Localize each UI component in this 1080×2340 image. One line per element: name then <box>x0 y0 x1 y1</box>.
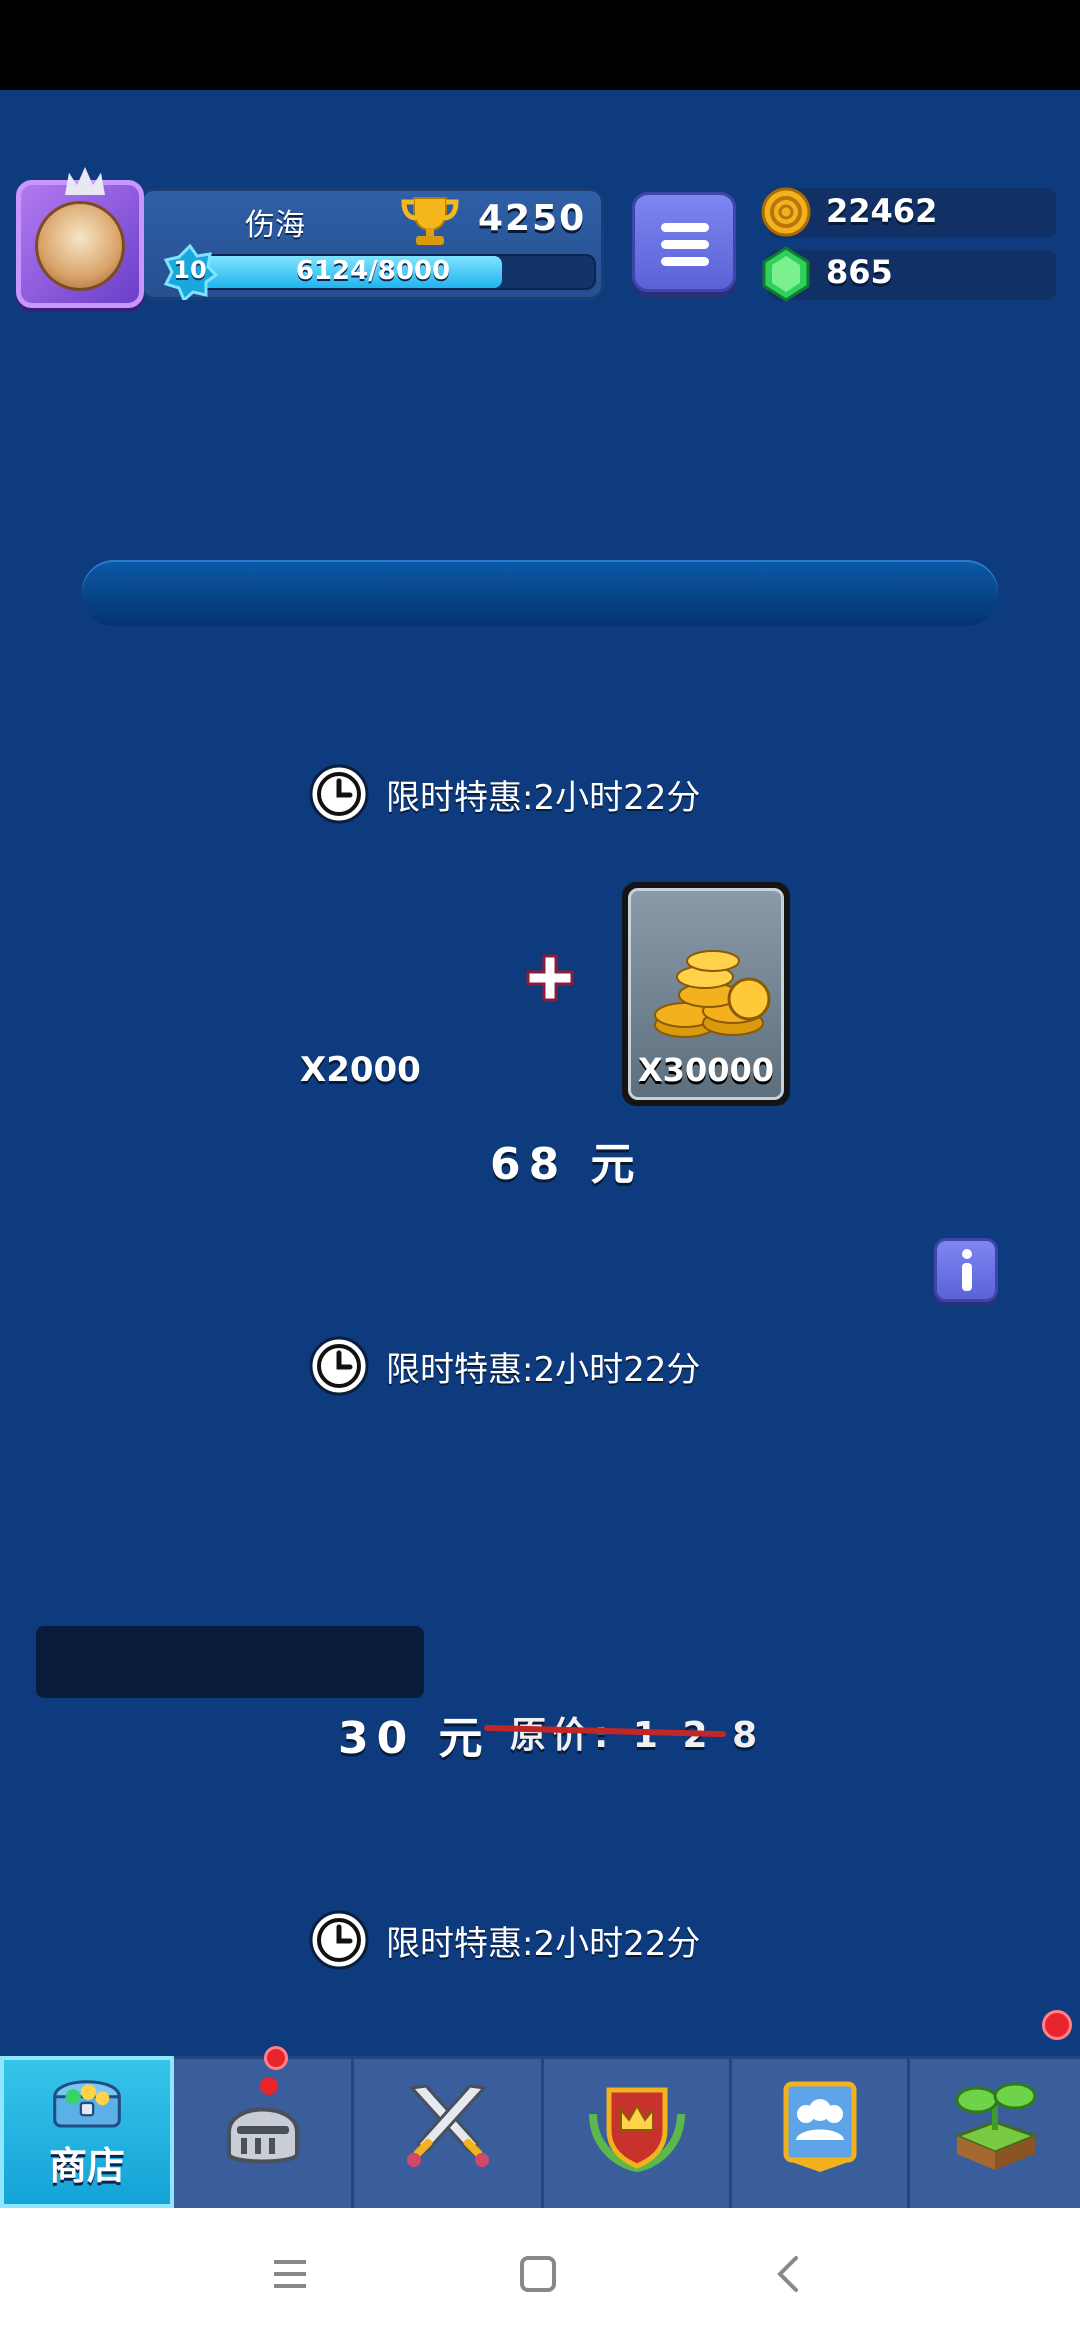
timer-text: 限时特惠:2小时22分 <box>386 1923 701 1964</box>
gem-icon <box>762 246 810 302</box>
notification-dot <box>264 2046 288 2070</box>
gold-amount: 22462 <box>826 192 938 230</box>
section-banner <box>82 560 998 626</box>
menu-icon <box>661 223 709 232</box>
nav-shop[interactable]: 商店 <box>0 2056 174 2208</box>
shop-background <box>0 90 1080 2060</box>
offer-timer: 限时特惠:2小时22分 <box>308 1910 700 1970</box>
deal-price[interactable]: 30 元 <box>338 1702 491 1766</box>
back-icon[interactable] <box>766 2250 814 2298</box>
crown-shield-icon <box>588 2087 685 2173</box>
offer-timer: 限时特惠:2小时22分 <box>308 764 700 824</box>
info-icon <box>962 1249 972 1259</box>
avatar-portrait <box>35 201 125 291</box>
clock-icon <box>309 764 369 824</box>
info-button[interactable] <box>934 1238 998 1302</box>
info-icon-bar <box>962 1263 972 1291</box>
redacted-area <box>36 1626 424 1698</box>
level-number: 10 <box>173 256 207 284</box>
treasure-chest-icon <box>53 2080 121 2128</box>
bundle-price[interactable]: 68 元 <box>490 1128 643 1192</box>
nav-events[interactable] <box>910 2056 1080 2208</box>
nav-battle[interactable] <box>354 2056 544 2208</box>
timer-text: 限时特惠:2小时22分 <box>386 1349 701 1390</box>
friends-banner-icon <box>783 2081 856 2172</box>
menu-button[interactable] <box>632 192 736 292</box>
knight-helmet-icon <box>226 2077 299 2164</box>
plus-icon <box>526 954 574 1002</box>
sprout-icon <box>952 2082 1040 2170</box>
coin-pile-icon <box>654 950 771 1038</box>
home-icon[interactable] <box>514 2250 562 2298</box>
clock-icon <box>309 1910 369 1970</box>
trophy-icon <box>401 197 459 245</box>
avatar[interactable] <box>16 167 144 308</box>
xp-text: 6124/8000 <box>295 256 451 286</box>
coin-bundle-quantity: X30000 <box>638 1051 774 1089</box>
nav-social[interactable] <box>732 2056 910 2208</box>
crossed-swords-icon <box>406 2084 489 2167</box>
coin-bundle-card[interactable]: X30000 <box>622 882 790 1106</box>
offer-timer: 限时特惠:2小时22分 <box>308 1336 700 1396</box>
clock-icon <box>309 1336 369 1396</box>
menu-icon-bar <box>661 257 709 266</box>
gem-bundle-quantity: X2000 <box>300 1050 421 1090</box>
gold-coin-icon <box>761 187 811 237</box>
nav-shop-label: 商店 <box>48 2144 125 2188</box>
timer-text: 限时特惠:2小时22分 <box>386 777 701 818</box>
recent-apps-icon[interactable] <box>266 2250 314 2298</box>
gem-amount: 865 <box>826 253 893 291</box>
nav-clan[interactable] <box>544 2056 732 2208</box>
trophy-count: 4250 <box>478 198 587 239</box>
status-bar <box>0 0 1080 90</box>
player-name: 伤海 <box>245 208 305 243</box>
nav-cards[interactable] <box>174 2056 354 2208</box>
notification-dot <box>1042 2010 1072 2040</box>
menu-icon-bar <box>661 240 709 249</box>
